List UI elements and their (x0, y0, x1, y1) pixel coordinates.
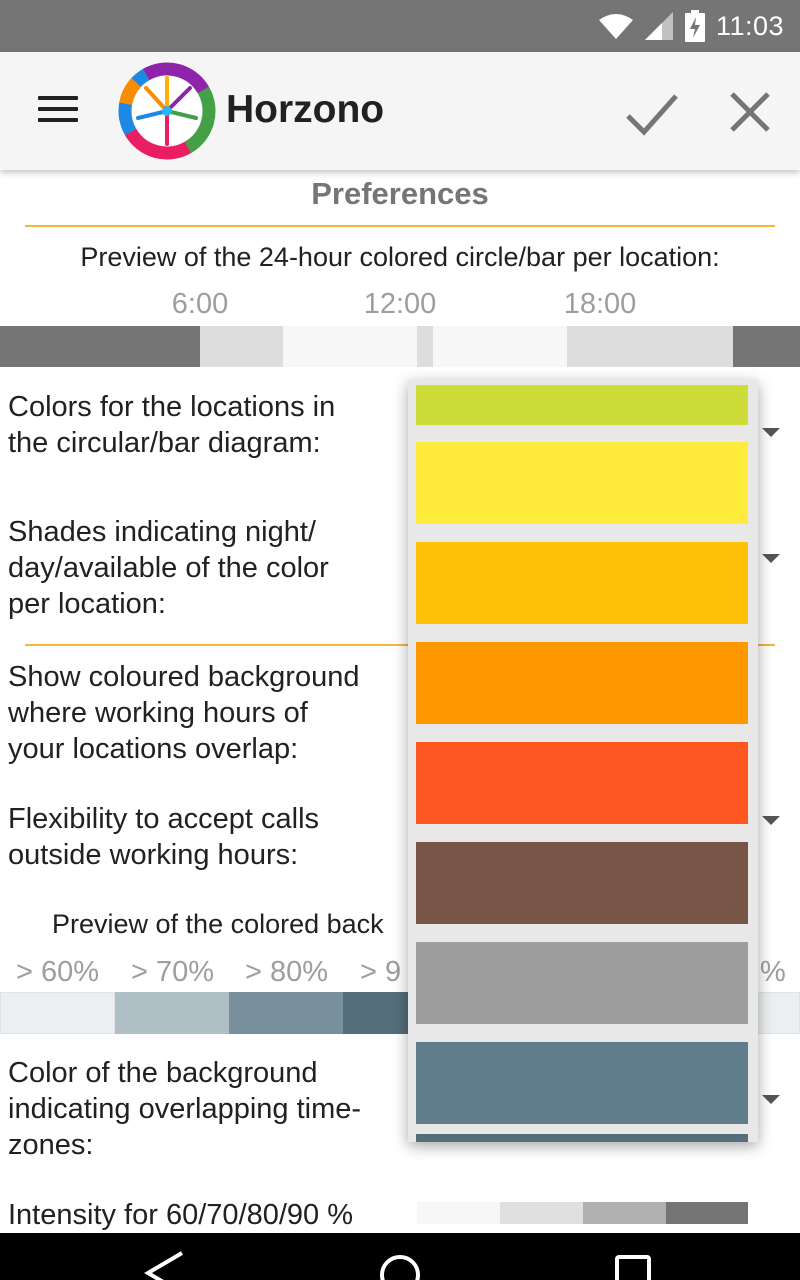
intensity-bar-segment[interactable] (500, 1202, 583, 1224)
time-tick: 12:00 (363, 288, 437, 320)
preview-bar-segment (567, 326, 733, 367)
close-button[interactable] (720, 82, 780, 142)
overlap-bar-segment (115, 992, 229, 1034)
preview-bar-segment (417, 326, 433, 367)
page-title: Preferences (311, 176, 489, 211)
menu-icon-line (38, 107, 78, 111)
preview-bar-segment (733, 326, 800, 367)
color-option-grey[interactable] (416, 942, 748, 1024)
shades-label-line: day/available of the color (8, 552, 329, 584)
navigation-bar (0, 1233, 800, 1280)
flexibility-label-line: Flexibility to accept calls (8, 803, 320, 835)
check-icon (626, 94, 678, 136)
overlap-percent-label: > 9 (360, 956, 402, 988)
preview-bar-segment (200, 326, 283, 367)
confirm-button[interactable] (620, 82, 682, 144)
color-option-amber[interactable] (416, 542, 748, 624)
color-picker-popup[interactable] (408, 380, 758, 1142)
overlap-preview-label: Preview of the colored back (52, 909, 384, 939)
time-tick: 6:00 (171, 288, 229, 320)
background-color-label: Color of the background indicating overl… (8, 1055, 361, 1163)
app-title: Horzono (226, 88, 385, 131)
shades-label-line: Shades indicating night/ (8, 516, 316, 548)
shades-label-line: per location: (8, 588, 166, 620)
app-bar: Horzono (0, 52, 800, 170)
intensity-label: Intensity for 60/70/80/90 % (8, 1199, 353, 1231)
preferences-content[interactable]: Preferences Preview of the 24-hour color… (0, 170, 800, 1233)
overlap-percent-label: % (760, 956, 786, 988)
color-option-yellow[interactable] (416, 442, 748, 524)
color-option-orange[interactable] (416, 642, 748, 724)
colors-label-line: the circular/bar diagram: (8, 427, 321, 459)
bg-color-label-line: indicating overlapping time- (8, 1093, 362, 1125)
flexibility-label: Flexibility to accept calls outside work… (8, 801, 319, 873)
overlap-label-line: your locations overlap: (8, 733, 299, 765)
divider (25, 225, 775, 227)
status-time: 11:03 (715, 10, 784, 41)
preview-bar-segment (283, 326, 417, 367)
color-option-deep-orange[interactable] (416, 742, 748, 824)
signal-icon (644, 12, 673, 40)
shades-label: Shades indicating night/ day/available o… (8, 514, 329, 622)
time-tick: 18:00 (563, 288, 637, 320)
overlap-percent-label: > 70% (131, 956, 215, 988)
flexibility-dropdown-arrow-icon[interactable] (762, 816, 780, 825)
color-option-blue-grey[interactable] (416, 1042, 748, 1124)
app-logo-icon (118, 62, 216, 160)
intensity-bar-segment[interactable] (666, 1202, 748, 1224)
status-icons: 11:03 (598, 6, 784, 46)
intensity-bar-segment[interactable] (583, 1202, 666, 1224)
overlap-background-label: Show coloured background where working h… (8, 659, 359, 767)
bg-color-dropdown-arrow-icon[interactable] (762, 1095, 780, 1104)
colors-label-line: Colors for the locations in (8, 391, 336, 423)
menu-icon (38, 96, 78, 100)
overlap-bar-segment (757, 992, 800, 1034)
bg-color-label-line: Color of the background (8, 1057, 318, 1089)
status-bar: 11:03 (0, 0, 800, 52)
bg-color-label-line: zones: (8, 1129, 94, 1161)
close-icon (730, 92, 770, 132)
color-option-dark-blue-grey[interactable] (416, 1134, 748, 1142)
shades-dropdown-arrow-icon[interactable] (762, 554, 780, 563)
battery-charging-icon (684, 10, 705, 42)
preview-bar-segment (433, 326, 567, 367)
intensity-bar-segment[interactable] (417, 1202, 500, 1224)
overlap-bar-segment (0, 992, 115, 1034)
menu-button[interactable] (30, 86, 86, 136)
preview-bar-segment (0, 326, 200, 367)
wifi-icon (598, 14, 633, 39)
colors-dropdown-arrow-icon[interactable] (762, 428, 780, 437)
overlap-label-line: where working hours of (8, 697, 308, 729)
menu-icon-line (38, 118, 78, 122)
back-icon[interactable] (140, 1251, 190, 1280)
preview-label: Preview of the 24-hour colored circle/ba… (80, 242, 720, 272)
overlap-bar-segment (229, 992, 343, 1034)
overlap-percent-label: > 80% (245, 956, 329, 988)
color-option-brown[interactable] (416, 842, 748, 924)
recents-icon[interactable] (612, 1251, 656, 1280)
colors-label: Colors for the locations in the circular… (8, 389, 335, 461)
overlap-label-line: Show coloured background (8, 661, 360, 693)
flexibility-label-line: outside working hours: (8, 839, 299, 871)
color-option-lime[interactable] (416, 385, 748, 425)
home-icon[interactable] (378, 1251, 422, 1280)
overlap-percent-label: > 60% (16, 956, 100, 988)
